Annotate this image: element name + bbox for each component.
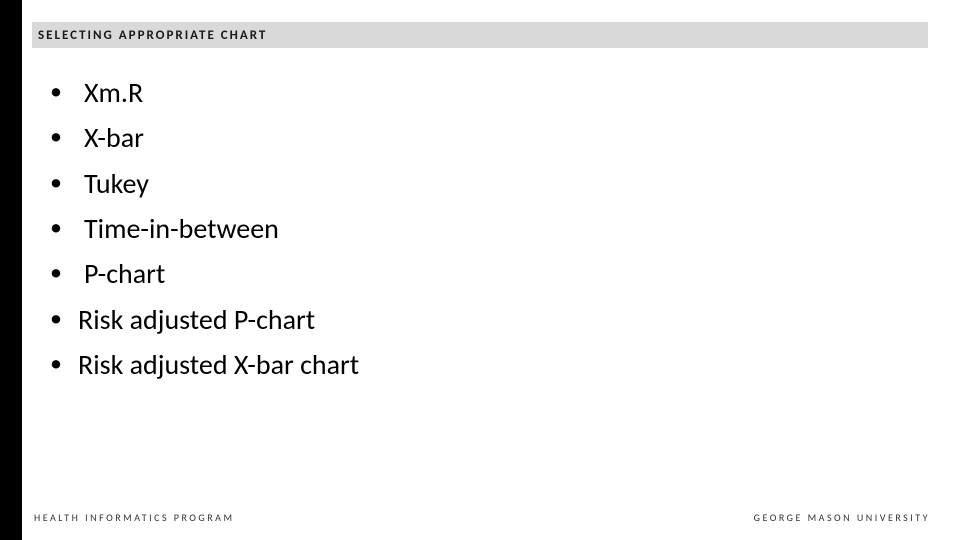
list-item: •Risk adjusted X-bar chart — [50, 342, 359, 387]
bullet-icon: • — [50, 342, 78, 386]
list-item-label: Risk adjusted P-chart — [78, 297, 315, 342]
bullet-icon: • — [50, 251, 78, 295]
list-item-label: Tukey — [78, 161, 149, 206]
list-item-label: Risk adjusted X-bar chart — [78, 342, 359, 387]
bullet-icon: • — [50, 206, 78, 250]
footer-right-text: GEORGE MASON UNIVERSITY — [754, 511, 930, 524]
bullet-list: •Xm.R •X-bar •Tukey •Time-in-between •P-… — [50, 70, 359, 388]
list-item: •X-bar — [50, 115, 359, 160]
list-item: •Time-in-between — [50, 206, 359, 251]
list-item: •Xm.R — [50, 70, 359, 115]
bullet-icon: • — [50, 161, 78, 205]
bullet-icon: • — [50, 115, 78, 159]
list-item-label: P-chart — [78, 251, 165, 296]
list-item: •Tukey — [50, 161, 359, 206]
footer-left-text: HEALTH INFORMATICS PROGRAM — [34, 511, 235, 524]
bullet-icon: • — [50, 297, 78, 341]
bullet-icon: • — [50, 70, 78, 114]
list-item-label: Xm.R — [78, 70, 143, 115]
left-accent-bar — [0, 0, 22, 540]
list-item-label: Time-in-between — [78, 206, 279, 251]
list-item: •P-chart — [50, 251, 359, 296]
list-item-label: X-bar — [78, 115, 144, 160]
list-item: •Risk adjusted P-chart — [50, 297, 359, 342]
slide-title: SELECTING APPROPRIATE CHART — [38, 28, 267, 43]
slide-header: SELECTING APPROPRIATE CHART — [32, 22, 928, 48]
